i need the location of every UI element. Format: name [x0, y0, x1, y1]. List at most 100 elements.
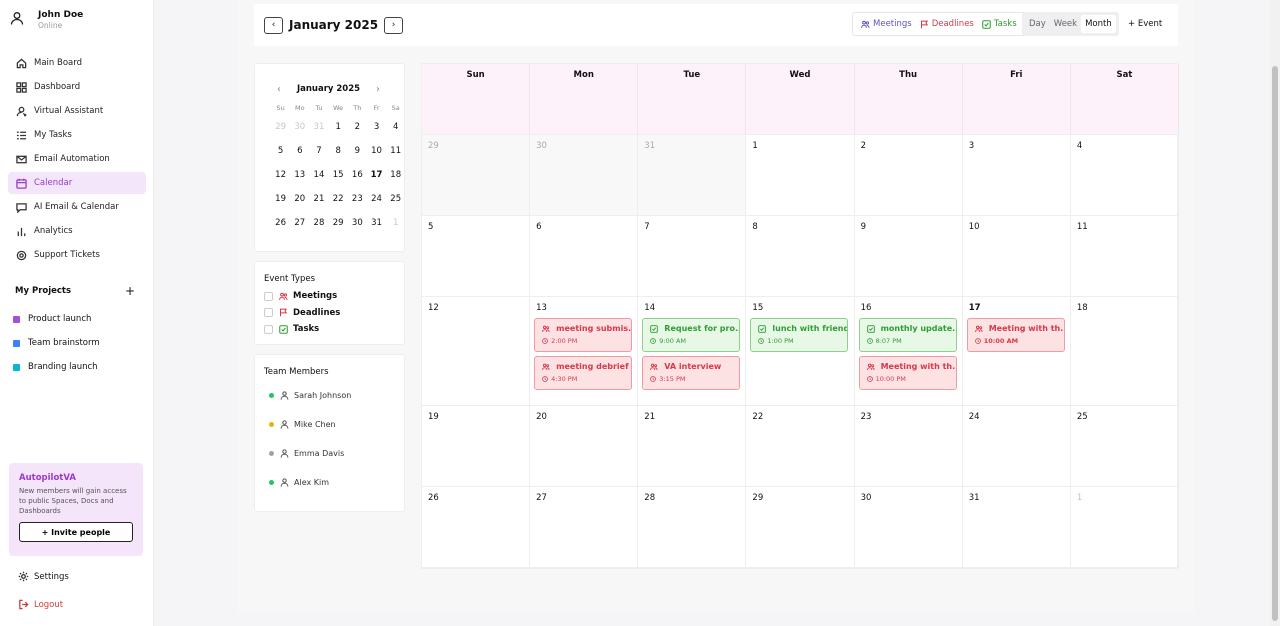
day-cell[interactable]: 27 [530, 487, 639, 567]
day-cell[interactable]: 17 Meeting with th... 10:00 AM [963, 297, 1071, 405]
day-cell[interactable]: 6 [530, 216, 639, 296]
mini-day[interactable]: 29 [271, 116, 290, 140]
day-cell[interactable]: 25 [1071, 406, 1179, 486]
mini-day[interactable]: 30 [348, 212, 367, 236]
calendar-event[interactable]: Meeting with th... 10:00 AM [966, 318, 1065, 352]
day-cell[interactable]: 19 [422, 406, 531, 486]
mini-day[interactable]: 31 [367, 212, 386, 236]
mini-day[interactable]: 27 [290, 212, 309, 236]
mini-day[interactable]: 15 [329, 164, 348, 188]
day-cell[interactable]: 11 [1071, 216, 1179, 296]
filter-tasks[interactable]: Tasks [982, 19, 1017, 29]
day-cell[interactable]: 1 [1071, 487, 1179, 567]
day-cell[interactable]: 16 monthly update... 8:07 PM Meeting with t… [855, 297, 963, 405]
mini-day[interactable]: 9 [348, 140, 367, 164]
mini-day[interactable]: 1 [386, 212, 405, 236]
invite-people-button[interactable]: + Invite people [19, 522, 133, 542]
calendar-event[interactable]: meeting debrief 4:30 PM [534, 356, 633, 390]
day-cell[interactable]: 30 [855, 487, 963, 567]
sidebar-item-support-tickets[interactable]: Support Tickets [8, 244, 146, 266]
mini-day[interactable]: 20 [290, 188, 309, 212]
mini-day[interactable]: 13 [290, 164, 309, 188]
mini-day[interactable]: 26 [271, 212, 290, 236]
mini-day[interactable]: 29 [329, 212, 348, 236]
sidebar-item-analytics[interactable]: Analytics [8, 220, 146, 242]
day-cell[interactable]: 2 [855, 135, 963, 215]
add-event-button[interactable]: + Event [1128, 12, 1162, 36]
page-scrollbar[interactable] [1270, 0, 1280, 626]
day-cell[interactable]: 30 [530, 135, 639, 215]
mini-prev-button[interactable]: ‹ [277, 84, 281, 95]
view-month[interactable]: Month [1081, 15, 1116, 33]
mini-day[interactable]: 19 [271, 188, 290, 212]
sidebar-item-virtual-assistant[interactable]: Virtual Assistant [8, 100, 146, 122]
sidebar-item-my-tasks[interactable]: My Tasks [8, 124, 146, 146]
day-cell[interactable]: 10 [963, 216, 1071, 296]
sidebar-item-ai-email-calendar[interactable]: AI Email & Calendar [8, 196, 146, 218]
mini-day[interactable]: 30 [290, 116, 309, 140]
day-cell[interactable]: 21 [638, 406, 747, 486]
team-member[interactable]: Sarah Johnson [269, 381, 404, 410]
day-cell[interactable]: 31 [963, 487, 1071, 567]
day-cell[interactable]: 28 [638, 487, 747, 567]
calendar-event[interactable]: lunch with friends 1:00 PM [750, 318, 849, 352]
mini-day[interactable]: 4 [386, 116, 405, 140]
mini-day[interactable]: 2 [348, 116, 367, 140]
mini-day[interactable]: 22 [329, 188, 348, 212]
team-member[interactable]: Emma Davis [269, 439, 404, 468]
project-item[interactable]: Product launch [13, 307, 100, 331]
team-member[interactable]: Mike Chen [269, 410, 404, 439]
day-cell[interactable]: 12 [422, 297, 531, 405]
sidebar-item-email-automation[interactable]: Email Automation [8, 148, 146, 170]
event-type-checkbox[interactable] [264, 291, 273, 301]
event-type-meetings[interactable]: Meetings [264, 288, 404, 305]
day-cell[interactable]: 31 [638, 135, 747, 215]
calendar-event[interactable]: Request for pro... 9:00 AM [642, 318, 741, 352]
sidebar-item-dashboard[interactable]: Dashboard [8, 76, 146, 98]
mini-day[interactable]: 11 [386, 140, 405, 164]
day-cell[interactable]: 4 [1071, 135, 1179, 215]
day-cell[interactable]: 29 [746, 487, 855, 567]
mini-day[interactable]: 18 [386, 164, 405, 188]
day-cell[interactable]: 9 [855, 216, 963, 296]
project-item[interactable]: Team brainstorm [13, 331, 100, 355]
mini-day[interactable]: 16 [348, 164, 367, 188]
day-cell[interactable]: 15 lunch with friends 1:00 PM [746, 297, 855, 405]
mini-day[interactable]: 31 [309, 116, 328, 140]
view-week[interactable]: Week [1050, 15, 1081, 33]
event-type-checkbox[interactable] [264, 324, 273, 334]
filter-deadlines[interactable]: Deadlines [920, 19, 974, 29]
day-cell[interactable]: 8 [746, 216, 855, 296]
view-day[interactable]: Day [1025, 15, 1050, 33]
logout-link[interactable]: Logout [18, 599, 63, 610]
mini-day[interactable]: 12 [271, 164, 290, 188]
mini-day[interactable]: 14 [309, 164, 328, 188]
scrollbar-thumb[interactable] [1272, 66, 1278, 621]
user-profile[interactable]: John Doe Online [10, 10, 83, 30]
mini-day[interactable]: 24 [367, 188, 386, 212]
event-type-checkbox[interactable] [264, 308, 273, 318]
mini-next-button[interactable]: › [376, 84, 380, 95]
mini-day[interactable]: 3 [367, 116, 386, 140]
day-cell[interactable]: 18 [1071, 297, 1179, 405]
day-cell[interactable]: 22 [746, 406, 855, 486]
calendar-event[interactable]: monthly update... 8:07 PM [858, 318, 957, 352]
mini-day[interactable]: 6 [290, 140, 309, 164]
day-cell[interactable]: 14 Request for pro... 9:00 AM VA interview 3… [638, 297, 747, 405]
day-cell[interactable]: 3 [963, 135, 1071, 215]
event-type-deadlines[interactable]: Deadlines [264, 305, 404, 322]
day-cell[interactable]: 1 [746, 135, 855, 215]
day-cell[interactable]: 20 [530, 406, 639, 486]
mini-day[interactable]: 28 [309, 212, 328, 236]
day-cell[interactable]: 5 [422, 216, 531, 296]
mini-day[interactable]: 10 [367, 140, 386, 164]
day-cell[interactable]: 24 [963, 406, 1071, 486]
calendar-event[interactable]: Meeting with th... 10:00 PM [858, 356, 957, 390]
mini-day[interactable]: 23 [348, 188, 367, 212]
filter-meetings[interactable]: Meetings [861, 19, 912, 29]
sidebar-item-calendar[interactable]: Calendar [8, 172, 146, 194]
next-month-button[interactable]: › [384, 16, 404, 34]
mini-day[interactable]: 17 [367, 164, 386, 188]
mini-day[interactable]: 7 [309, 140, 328, 164]
event-type-tasks[interactable]: Tasks [264, 321, 404, 338]
